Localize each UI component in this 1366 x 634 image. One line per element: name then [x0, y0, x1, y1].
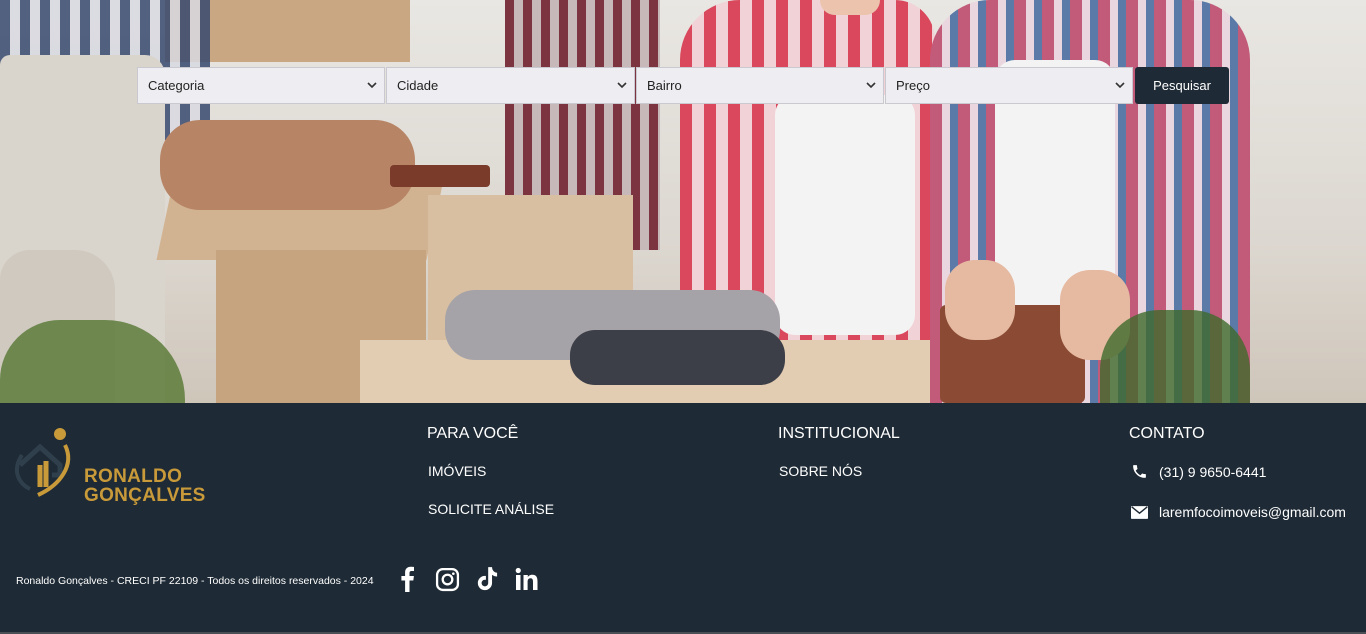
brand-name: RONALDO GONÇALVES	[84, 467, 206, 505]
properties-link[interactable]: IMÓVEIS	[428, 463, 486, 479]
neighborhood-select[interactable]: Bairro	[636, 67, 884, 104]
face-shape	[820, 0, 880, 15]
city-select[interactable]: Cidade	[386, 67, 635, 104]
chevron-down-icon	[617, 82, 627, 89]
chevron-down-icon	[1115, 82, 1125, 89]
site-footer: RONALDO GONÇALVES PARA VOCÊ IMÓVEIS SOLI…	[0, 403, 1366, 634]
contact-heading: CONTATO	[1129, 425, 1205, 442]
phone-icon	[1133, 465, 1146, 478]
neighborhood-select-value: Bairro	[647, 78, 682, 93]
contact-email[interactable]: laremfocoimoveis@gmail.com	[1131, 504, 1346, 520]
chevron-down-icon	[866, 82, 876, 89]
shoes-shape	[570, 330, 785, 385]
contact-phone[interactable]: (31) 9 9650-6441	[1131, 463, 1266, 480]
email-address: laremfocoimoveis@gmail.com	[1159, 504, 1346, 520]
price-select-value: Preço	[896, 78, 930, 93]
brand-name-line2: GONÇALVES	[84, 485, 206, 506]
instagram-icon[interactable]	[434, 566, 460, 592]
city-select-value: Cidade	[397, 78, 439, 93]
brand-logo[interactable]: RONALDO GONÇALVES	[10, 425, 210, 505]
category-select-value: Categoria	[148, 78, 205, 93]
hero-image	[0, 0, 1366, 403]
price-select[interactable]: Preço	[885, 67, 1133, 104]
chevron-down-icon	[367, 82, 377, 89]
category-select[interactable]: Categoria	[137, 67, 385, 104]
for-you-heading: PARA VOCÊ	[427, 425, 519, 442]
brand-name-line1: RONALDO	[84, 466, 183, 487]
plant-shape	[1100, 310, 1250, 403]
facebook-icon[interactable]	[394, 566, 420, 592]
tiktok-icon[interactable]	[474, 566, 500, 592]
hand-shape	[945, 260, 1015, 340]
linkedin-icon[interactable]	[514, 566, 540, 592]
house-logo-icon	[14, 428, 71, 497]
copyright-text: Ronaldo Gonçalves - CRECI PF 22109 - Tod…	[16, 575, 374, 587]
institutional-heading: INSTITUCIONAL	[778, 425, 900, 442]
book-shape	[390, 165, 490, 187]
request-analysis-link[interactable]: SOLICITE ANÁLISE	[428, 501, 554, 517]
about-us-link[interactable]: SOBRE NÓS	[779, 463, 862, 479]
arm-shape	[160, 120, 415, 210]
property-search-bar: Categoria Cidade Bairro Preço Pesquisar	[137, 67, 1229, 105]
phone-number: (31) 9 9650-6441	[1159, 463, 1267, 480]
envelope-icon	[1131, 505, 1148, 519]
search-button[interactable]: Pesquisar	[1135, 67, 1229, 104]
girl-tee-shape	[775, 95, 915, 335]
